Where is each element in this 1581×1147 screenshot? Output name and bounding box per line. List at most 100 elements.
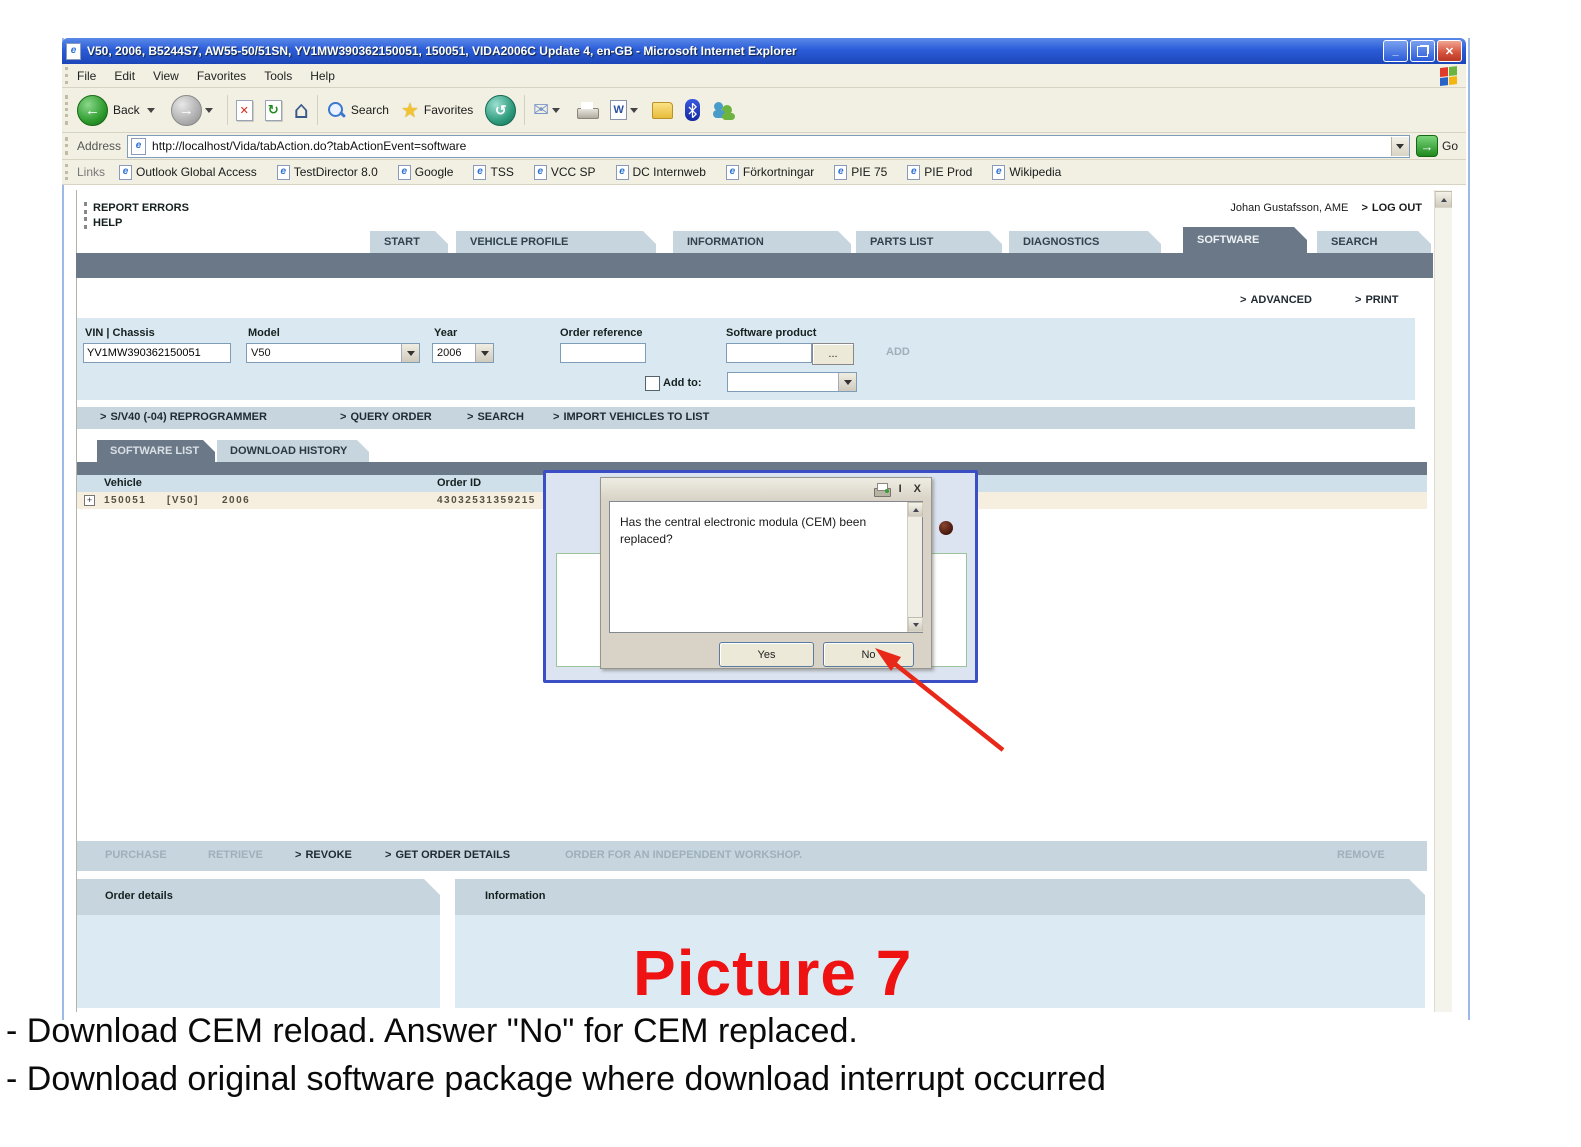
report-errors-link[interactable]: REPORT ERRORS: [84, 202, 189, 214]
independent-workshop-link[interactable]: ORDER FOR AN INDEPENDENT WORKSHOP.: [565, 849, 802, 861]
link-testdirector[interactable]: eTestDirector 8.0: [277, 165, 378, 180]
add-button[interactable]: ADD: [886, 346, 910, 358]
stop-icon: ✕: [240, 104, 249, 117]
close-button[interactable]: ✕: [1437, 40, 1462, 62]
bluetooth-button[interactable]: [685, 99, 700, 121]
word-icon: W: [610, 100, 627, 120]
help-link[interactable]: HELP: [84, 217, 122, 229]
tab-start[interactable]: START: [370, 231, 448, 253]
home-button[interactable]: ⌂: [294, 96, 309, 124]
link-pie75[interactable]: ePIE 75: [834, 165, 887, 180]
tab-information[interactable]: INFORMATION: [673, 231, 851, 253]
forward-button[interactable]: →: [171, 95, 202, 126]
toolbar-separator: [524, 95, 525, 125]
mail-button[interactable]: ✉: [533, 99, 549, 121]
link-outlook[interactable]: eOutlook Global Access: [119, 165, 257, 180]
link-wikipedia[interactable]: eWikipedia: [992, 165, 1061, 180]
order-details-title: Order details: [105, 890, 173, 902]
favorites-label: Favorites: [424, 103, 473, 117]
advanced-link[interactable]: >ADVANCED: [1240, 294, 1312, 306]
row-chassis: 150051: [104, 495, 146, 506]
retrieve-link[interactable]: RETRIEVE: [208, 849, 263, 861]
yes-button[interactable]: Yes: [719, 642, 814, 667]
year-select[interactable]: 2006: [432, 343, 494, 363]
restore-button[interactable]: [1410, 40, 1435, 62]
link-dcinternweb[interactable]: eDC Internweb: [616, 165, 706, 180]
address-input[interactable]: e http://localhost/Vida/tabAction.do?tab…: [127, 135, 1410, 158]
order-reference-input[interactable]: [560, 343, 646, 363]
tab-diagnostics[interactable]: DIAGNOSTICS: [1009, 231, 1161, 253]
tab-vehicle-profile[interactable]: VEHICLE PROFILE: [456, 231, 656, 253]
add-to-checkbox[interactable]: [645, 376, 660, 391]
dialog-close-button[interactable]: X: [914, 483, 921, 495]
chevron-down-icon: [838, 373, 856, 391]
logout-link[interactable]: >LOG OUT: [1361, 202, 1422, 214]
link-pieprod[interactable]: ePIE Prod: [907, 165, 972, 180]
link-icon: e: [616, 165, 629, 180]
folder-icon[interactable]: [652, 102, 673, 119]
back-button[interactable]: ← Back: [77, 95, 161, 126]
chevron-down-icon: [1396, 144, 1404, 149]
revoke-link[interactable]: >REVOKE: [295, 849, 352, 861]
minimize-button[interactable]: _: [1383, 40, 1408, 62]
query-order-link[interactable]: >QUERY ORDER: [340, 411, 432, 423]
scroll-up-button[interactable]: [908, 502, 923, 517]
vin-input[interactable]: [83, 343, 231, 363]
picture-caption: Picture 7: [633, 936, 912, 1010]
sv40-reprogrammer-link[interactable]: >S/V40 (-04) REPROGRAMMER: [100, 411, 267, 423]
tab-software[interactable]: SOFTWARE: [1183, 227, 1307, 253]
link-forkortningar[interactable]: eFörkortningar: [726, 165, 814, 180]
import-vehicles-link[interactable]: >IMPORT VEHICLES TO LIST: [553, 411, 709, 423]
address-dropdown-button[interactable]: [1391, 137, 1409, 156]
menu-help[interactable]: Help: [310, 69, 335, 83]
chevron-icon: >: [467, 411, 473, 423]
messenger-button[interactable]: [712, 100, 736, 120]
dialog-print-button[interactable]: [874, 483, 890, 496]
tab-parts-list[interactable]: PARTS LIST: [856, 231, 1002, 253]
order-details-body: [77, 915, 440, 1008]
link-google[interactable]: eGoogle: [398, 165, 454, 180]
favorites-button[interactable]: ★ Favorites: [401, 98, 477, 122]
search-button[interactable]: Search: [326, 100, 393, 120]
software-product-input[interactable]: [726, 343, 812, 363]
menu-tools[interactable]: Tools: [264, 69, 292, 83]
dialog-scrollbar[interactable]: [907, 502, 922, 632]
chevron-icon: >: [1240, 294, 1246, 306]
edit-word-button[interactable]: W: [610, 100, 644, 120]
print-link[interactable]: >PRINT: [1355, 294, 1398, 306]
link-vccsp[interactable]: eVCC SP: [534, 165, 596, 180]
model-select[interactable]: V50: [246, 343, 420, 363]
refresh-button[interactable]: ↻: [265, 100, 282, 121]
get-order-details-link[interactable]: >GET ORDER DETAILS: [385, 849, 510, 861]
row-year: 2006: [222, 495, 250, 506]
history-button[interactable]: ↺: [485, 95, 516, 126]
add-to-select[interactable]: [727, 372, 857, 392]
browse-button[interactable]: ...: [812, 343, 854, 365]
arrow-up-icon: [1441, 198, 1447, 202]
tab-software-list[interactable]: SOFTWARE LIST: [97, 440, 215, 462]
search-link[interactable]: >SEARCH: [467, 411, 524, 423]
purchase-link[interactable]: PURCHASE: [105, 849, 167, 861]
app-left-border: [76, 190, 77, 1012]
app-scrollbar[interactable]: [1434, 190, 1452, 1012]
order-reference-label: Order reference: [560, 327, 643, 339]
address-label: Address: [77, 139, 121, 153]
expand-row-button[interactable]: +: [84, 495, 95, 506]
print-button[interactable]: [576, 101, 598, 119]
menu-file[interactable]: File: [77, 69, 96, 83]
menu-edit[interactable]: Edit: [114, 69, 135, 83]
scroll-up-button[interactable]: [1435, 191, 1452, 208]
link-tss[interactable]: eTSS: [473, 165, 513, 180]
menu-bar: File Edit View Favorites Tools Help: [62, 64, 1466, 88]
go-button[interactable]: →: [1416, 135, 1438, 157]
menu-view[interactable]: View: [153, 69, 179, 83]
stop-button[interactable]: ✕: [236, 100, 253, 121]
tab-search[interactable]: SEARCH: [1317, 231, 1431, 253]
mail-dropdown-icon: [552, 108, 560, 113]
tab-download-history[interactable]: DOWNLOAD HISTORY: [217, 440, 369, 462]
remove-link[interactable]: REMOVE: [1337, 849, 1385, 861]
year-label: Year: [434, 327, 457, 339]
dialog-info-button[interactable]: I: [899, 483, 902, 495]
column-vehicle: Vehicle: [104, 477, 142, 489]
menu-favorites[interactable]: Favorites: [197, 69, 246, 83]
